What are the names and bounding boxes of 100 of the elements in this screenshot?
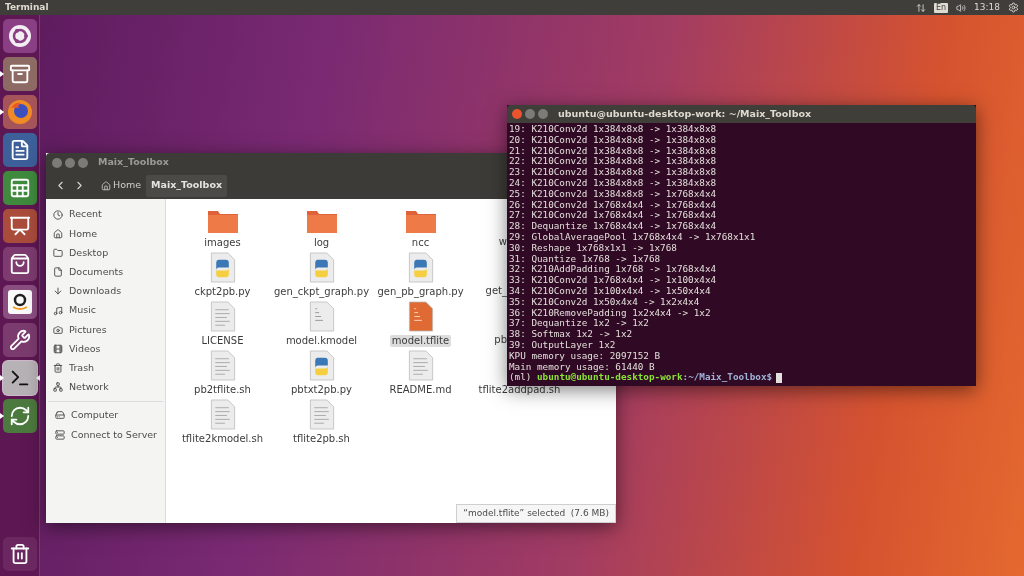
minimize-button[interactable] <box>525 109 535 119</box>
file-label[interactable]: w <box>498 234 507 249</box>
trash-icon <box>53 363 63 374</box>
terminal-line: 32: K210AddPadding 1x768 -> 1x768x4x4 <box>509 264 717 276</box>
terminal-line: 29: GlobalAveragePool 1x768x4x4 -> 1x768x1x1 <box>509 231 756 243</box>
home-icon <box>101 180 111 191</box>
terminal-line: 20: K210Conv2d 1x384x8x8 -> 1x384x8x8 <box>509 134 717 146</box>
file-label[interactable]: model.tflite <box>389 335 452 347</box>
terminal-line: 36: K210RemovePadding 1x2x4x4 -> 1x2 <box>509 307 711 319</box>
text-file-icon <box>407 350 434 381</box>
sidebar-item[interactable]: Desktop <box>46 243 165 263</box>
path-button[interactable]: Home <box>96 174 147 197</box>
focus-indicator-icon <box>36 375 40 381</box>
keyboard-layout-indicator[interactable]: En <box>933 2 949 13</box>
file-label[interactable]: tflite2pb.sh <box>291 433 352 445</box>
terminal-line: 28: Dequantize 1x768x4x4 -> 1x768x4x4 <box>509 221 717 232</box>
sidebar-item[interactable]: Connect to Server <box>48 425 163 445</box>
terminal-line: Main memory usage: 61440 B <box>509 361 655 373</box>
terminal-line: KPU memory usage: 2097152 B <box>509 350 661 362</box>
file-label[interactable]: pb2tflite.sh <box>192 384 253 396</box>
text-file-icon <box>209 350 236 381</box>
settings-icon[interactable] <box>1008 2 1019 13</box>
film-icon <box>53 343 63 354</box>
terminal-line: 24: K210Conv2d 1x384x8x8 -> 1x384x8x8 <box>509 178 717 189</box>
camera-icon <box>53 324 63 335</box>
terminal-line: 34: K210Conv2d 1x100x4x4 -> 1x50x4x4 <box>509 285 711 297</box>
file-label[interactable]: LICENSE <box>199 335 246 347</box>
text-file-icon <box>308 399 335 430</box>
terminal-line: 30: Reshape 1x768x1x1 -> 1x768 <box>509 242 677 254</box>
prompt-path: :~/Maix_Toolbox$ <box>682 372 773 384</box>
python-file-icon <box>209 252 236 283</box>
file-label[interactable]: images <box>202 237 243 249</box>
folder-icon <box>305 208 338 234</box>
sidebar-item[interactable]: Computer <box>48 405 163 426</box>
file-label[interactable]: tflite2addpad.sh <box>476 384 563 396</box>
file-label[interactable]: log <box>311 237 332 249</box>
file-label[interactable]: README.md <box>387 384 454 396</box>
sidebar-item[interactable]: Downloads <box>46 281 165 301</box>
trash-icon[interactable] <box>3 537 37 571</box>
sidebar-item[interactable]: Network <box>46 377 165 397</box>
maximize-button[interactable] <box>538 109 548 119</box>
terminal-line: 22: K210Conv2d 1x384x8x8 -> 1x384x8x8 <box>509 156 717 168</box>
network-icon[interactable] <box>915 2 926 13</box>
file-label[interactable]: tflite2kmodel.sh <box>179 433 266 445</box>
terminal-line: 25: K210Conv2d 1x384x8x8 -> 1x768x4x4 <box>509 188 717 200</box>
clock-icon <box>53 209 63 220</box>
prompt-env: (ml) <box>509 372 533 384</box>
file-label[interactable]: ncc <box>409 237 432 249</box>
sidebar-item[interactable]: Documents <box>46 262 165 282</box>
drawer-icon[interactable] <box>3 57 37 91</box>
file-label[interactable]: pbtxt2pb.py <box>289 384 354 396</box>
download-icon <box>53 286 63 297</box>
close-button[interactable] <box>52 157 62 168</box>
terminal-icon[interactable] <box>3 361 37 395</box>
folder-icon <box>206 208 239 234</box>
file-label[interactable]: model.kmodel <box>283 335 360 347</box>
text-file-icon <box>209 301 236 332</box>
minimize-button[interactable] <box>65 157 75 168</box>
presentation-icon[interactable] <box>3 209 37 243</box>
clock[interactable]: 13:18 <box>974 0 1000 15</box>
wrench-icon[interactable] <box>3 323 37 357</box>
binary-file-icon <box>407 301 434 332</box>
maximize-button[interactable] <box>78 157 88 168</box>
terminal-line: 35: K210Conv2d 1x50x4x4 -> 1x2x4x4 <box>509 296 700 308</box>
cursor <box>776 372 783 383</box>
window-title: Maix_Toolbox <box>98 155 169 170</box>
document-icon[interactable] <box>3 133 37 167</box>
path-button[interactable]: Maix_Toolbox <box>146 174 228 197</box>
prompt-user-host: ubuntu@ubuntu-desktop-work <box>537 372 683 384</box>
sidebar-item[interactable]: Home <box>46 224 165 244</box>
terminal-line: 27: K210Conv2d 1x768x4x4 -> 1x768x4x4 <box>509 210 717 222</box>
sidebar-item[interactable]: Recent <box>46 205 165 225</box>
server-icon <box>55 429 65 440</box>
volume-icon[interactable] <box>956 2 967 13</box>
terminal-line: 39: OutputLayer 1x2 <box>509 339 616 351</box>
computer-icon <box>55 410 65 421</box>
terminal-line: 33: K210Conv2d 1x768x4x4 -> 1x100x4x4 <box>509 275 717 286</box>
file-label[interactable]: pb <box>494 332 507 347</box>
circle-logo-icon[interactable] <box>3 19 37 53</box>
network-icon <box>53 382 63 393</box>
spreadsheet-icon[interactable] <box>3 171 37 205</box>
sidebar-item[interactable]: Music <box>46 300 165 321</box>
file-icon <box>53 267 63 278</box>
folder-icon <box>404 208 437 234</box>
file-label[interactable]: gen_pb_graph.py <box>375 286 466 298</box>
refresh-icon[interactable] <box>3 399 37 433</box>
window-title: ubuntu@ubuntu-desktop-work: ~/Maix_Toolbox <box>558 106 812 121</box>
terminal-line: 38: Softmax 1x2 -> 1x2 <box>509 329 633 340</box>
terminal-line: 26: K210Conv2d 1x768x4x4 -> 1x768x4x4 <box>509 199 717 211</box>
terminal-line: 37: Dequantize 1x2 -> 1x2 <box>509 318 649 330</box>
sidebar-item[interactable]: Trash <box>46 358 165 378</box>
file-label[interactable]: ckpt2pb.py <box>192 286 253 298</box>
close-button[interactable] <box>512 109 522 119</box>
sidebar-item[interactable]: Pictures <box>46 320 165 340</box>
file-label[interactable]: get_ <box>485 283 507 298</box>
file-label[interactable]: gen_ckpt_graph.py <box>271 286 372 298</box>
python-file-icon <box>308 252 335 283</box>
shopping-bag-icon[interactable] <box>3 247 37 281</box>
sidebar-item[interactable]: Videos <box>46 339 165 359</box>
status-overlay: “model.tflite” selected (7.6 MB) <box>456 503 616 523</box>
